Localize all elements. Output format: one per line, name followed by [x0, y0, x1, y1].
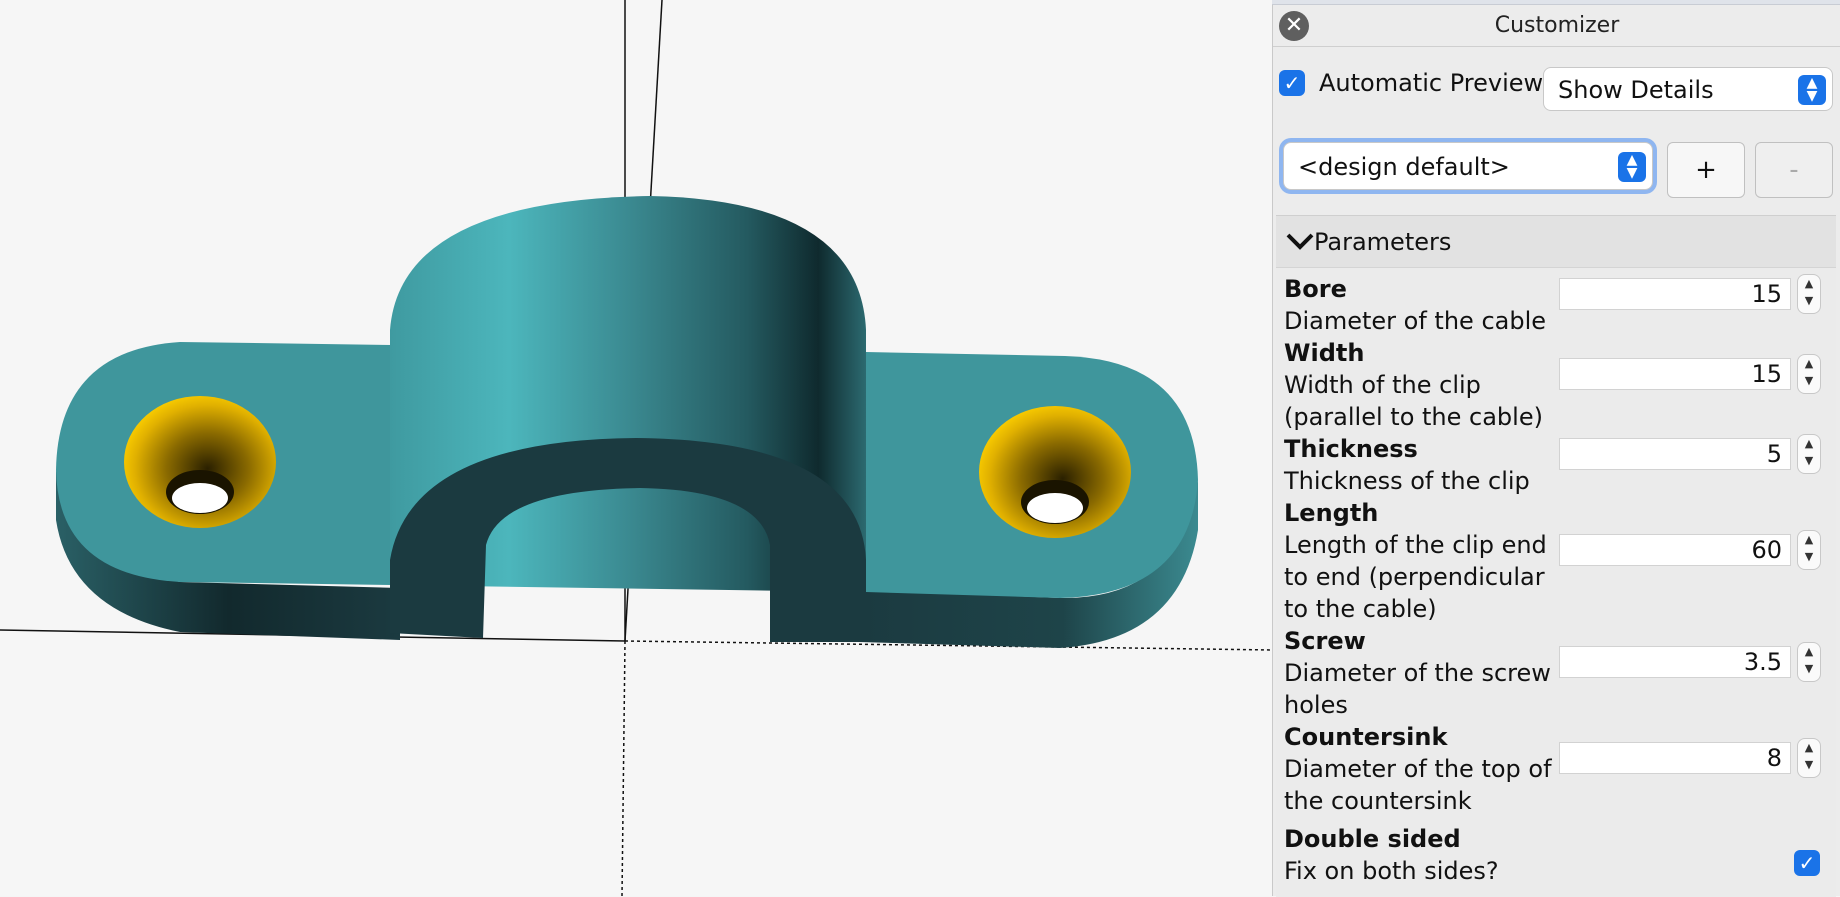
countersink-input[interactable]: 8	[1559, 742, 1791, 774]
width-stepper[interactable]: ▲ ▼	[1797, 354, 1821, 394]
3d-viewport[interactable]	[0, 0, 1272, 896]
param-name: Bore	[1284, 275, 1347, 303]
parameters-header[interactable]: Parameters	[1276, 216, 1836, 268]
param-name: Screw	[1284, 627, 1366, 655]
chevron-updown-icon: ▲ ▼	[1798, 75, 1826, 105]
remove-preset-button[interactable]: -	[1755, 142, 1833, 198]
panel-title: Customizer	[1494, 13, 1620, 38]
screw-input[interactable]: 3.5	[1559, 646, 1791, 678]
width-input[interactable]: 15	[1559, 358, 1791, 390]
preset-select[interactable]: <design default> ▲ ▼	[1283, 142, 1653, 190]
automatic-preview-label: Automatic Preview	[1319, 69, 1544, 97]
chevron-updown-icon: ▲ ▼	[1618, 152, 1646, 182]
customizer-panel: Customizer ✕ ✓ Automatic Preview Show De…	[1272, 5, 1840, 897]
param-desc: Length of the clip end to end (perpendic…	[1284, 531, 1547, 623]
panel-title-bar: Customizer ✕	[1273, 5, 1840, 47]
3d-model-render	[0, 0, 1272, 896]
param-desc: Thickness of the clip	[1284, 467, 1530, 495]
details-select[interactable]: Show Details ▲ ▼	[1543, 67, 1833, 111]
details-select-value: Show Details	[1558, 76, 1714, 104]
param-desc: Width of the clip (parallel to the cable…	[1284, 371, 1543, 431]
param-name: Width	[1284, 339, 1365, 367]
screw-stepper[interactable]: ▲ ▼	[1797, 642, 1821, 682]
close-icon[interactable]: ✕	[1279, 11, 1309, 41]
parameters-label: Parameters	[1314, 228, 1452, 256]
thickness-input[interactable]: 5	[1559, 438, 1791, 470]
param-name: Double sided	[1284, 825, 1461, 853]
param-desc: Fix on both sides?	[1284, 857, 1499, 885]
param-name: Length	[1284, 499, 1379, 527]
thickness-stepper[interactable]: ▲ ▼	[1797, 434, 1821, 474]
bore-stepper[interactable]: ▲ ▼	[1797, 274, 1821, 314]
parameters-section: Parameters Bore Diameter of the cable 15…	[1276, 215, 1836, 897]
chevron-down-icon	[1286, 233, 1314, 250]
length-stepper[interactable]: ▲ ▼	[1797, 530, 1821, 570]
length-input[interactable]: 60	[1559, 534, 1791, 566]
param-desc: Diameter of the screw holes	[1284, 659, 1551, 719]
param-desc: Diameter of the top of the countersink	[1284, 755, 1552, 815]
param-desc: Diameter of the cable	[1284, 307, 1547, 335]
param-name: Countersink	[1284, 723, 1448, 751]
countersink-stepper[interactable]: ▲ ▼	[1797, 738, 1821, 778]
double-sided-checkbox[interactable]: ✓	[1794, 850, 1820, 876]
param-name: Thickness	[1284, 435, 1418, 463]
preset-select-value: <design default>	[1298, 153, 1510, 181]
add-preset-button[interactable]: +	[1667, 142, 1745, 198]
automatic-preview-checkbox[interactable]: ✓	[1279, 70, 1305, 96]
bore-input[interactable]: 15	[1559, 278, 1791, 310]
